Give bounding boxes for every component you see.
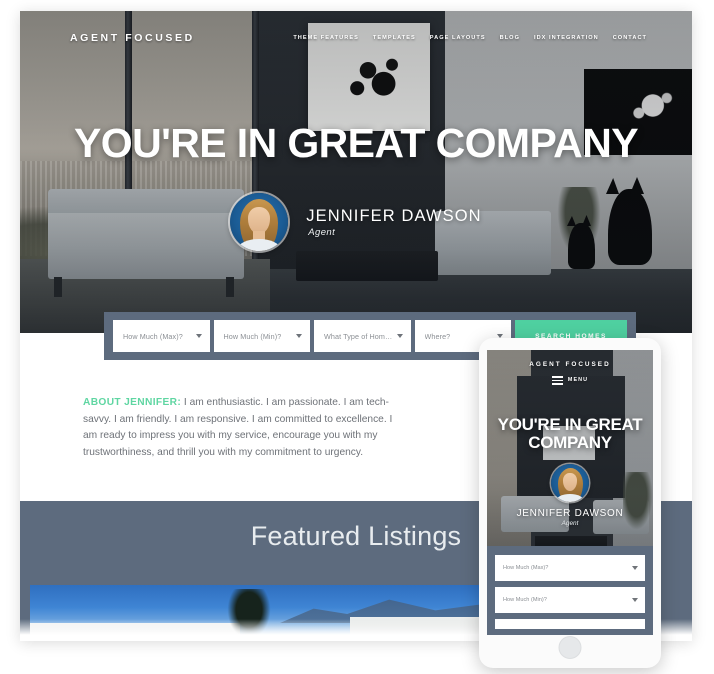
hamburger-menu-icon bbox=[551, 376, 563, 385]
mobile-avatar-shirt bbox=[556, 494, 584, 502]
screenshot-stage: AGENT FOCUSED THEME FEATURES TEMPLATES P… bbox=[0, 0, 714, 674]
agent-identity-block: JENNIFER DAWSON Agent bbox=[20, 193, 692, 251]
mobile-search-field-partial[interactable] bbox=[495, 619, 645, 629]
search-field-price-min[interactable]: How Much (Min)? bbox=[213, 320, 310, 352]
mobile-search-field-price-max[interactable]: How Much (Max)? bbox=[495, 555, 645, 581]
mobile-search-field-price-min-label: How Much (Min)? bbox=[503, 597, 547, 603]
site-logo[interactable]: AGENT FOCUSED bbox=[70, 32, 195, 44]
nav-item-idx-integration[interactable]: IDX INTEGRATION bbox=[534, 35, 599, 41]
site-header: AGENT FOCUSED THEME FEATURES TEMPLATES P… bbox=[20, 11, 692, 65]
featured-listings-heading: Featured Listings bbox=[250, 520, 462, 551]
search-field-home-type-label: What Type of Home? bbox=[324, 331, 393, 341]
search-field-location-label: Where? bbox=[424, 331, 451, 341]
mobile-menu-button[interactable]: MENU bbox=[487, 376, 653, 385]
chevron-down-icon bbox=[396, 334, 403, 338]
agent-text-block: JENNIFER DAWSON Agent bbox=[306, 207, 481, 238]
hero-headline: YOU'RE IN GREAT COMPANY bbox=[74, 120, 639, 166]
search-field-home-type[interactable]: What Type of Home? bbox=[314, 320, 411, 352]
search-field-price-max[interactable]: How Much (Max)? bbox=[113, 320, 210, 352]
mobile-search-field-price-max-label: How Much (Max)? bbox=[503, 565, 549, 571]
mobile-search-field-price-min[interactable]: How Much (Min)? bbox=[495, 587, 645, 613]
agent-name: JENNIFER DAWSON bbox=[306, 206, 482, 225]
search-field-price-min-label: How Much (Min)? bbox=[223, 331, 282, 341]
mobile-agent-role: Agent bbox=[561, 520, 579, 527]
mobile-site-logo[interactable]: AGENT FOCUSED bbox=[487, 361, 653, 368]
about-lead-label: ABOUT JENNIFER: bbox=[83, 397, 182, 408]
chevron-down-icon bbox=[632, 598, 638, 602]
nav-item-blog[interactable]: BLOG bbox=[500, 35, 520, 41]
about-paragraph: ABOUT JENNIFER: I am enthusiastic. I am … bbox=[83, 395, 402, 461]
mobile-device-mockup: AGENT FOCUSED MENU YOU'RE IN GREAT COMPA… bbox=[479, 338, 661, 668]
agent-role: Agent bbox=[308, 226, 336, 238]
mobile-agent-avatar bbox=[551, 464, 589, 502]
nav-item-contact[interactable]: CONTACT bbox=[613, 35, 647, 41]
mobile-hero-headline: YOU'RE IN GREAT COMPANY bbox=[497, 415, 643, 452]
mobile-menu-label: MENU bbox=[567, 377, 589, 384]
mobile-agent-name: JENNIFER DAWSON bbox=[516, 508, 624, 519]
chevron-down-icon bbox=[296, 334, 302, 338]
chevron-down-icon bbox=[632, 566, 638, 570]
mobile-search-bar: How Much (Max)? How Much (Min)? bbox=[487, 546, 653, 635]
agent-avatar bbox=[230, 193, 289, 251]
primary-nav: THEME FEATURES TEMPLATES PAGE LAYOUTS BL… bbox=[293, 35, 647, 41]
nav-item-page-layouts[interactable]: PAGE LAYOUTS bbox=[430, 35, 486, 41]
chevron-down-icon bbox=[195, 334, 202, 338]
home-button-icon[interactable] bbox=[558, 636, 582, 659]
nav-item-templates[interactable]: TEMPLATES bbox=[373, 35, 416, 41]
nav-item-theme-features[interactable]: THEME FEATURES bbox=[293, 35, 359, 41]
search-field-price-max-label: How Much (Max)? bbox=[123, 331, 183, 341]
hero-section: AGENT FOCUSED THEME FEATURES TEMPLATES P… bbox=[20, 11, 692, 333]
mobile-screen: AGENT FOCUSED MENU YOU'RE IN GREAT COMPA… bbox=[487, 350, 653, 635]
